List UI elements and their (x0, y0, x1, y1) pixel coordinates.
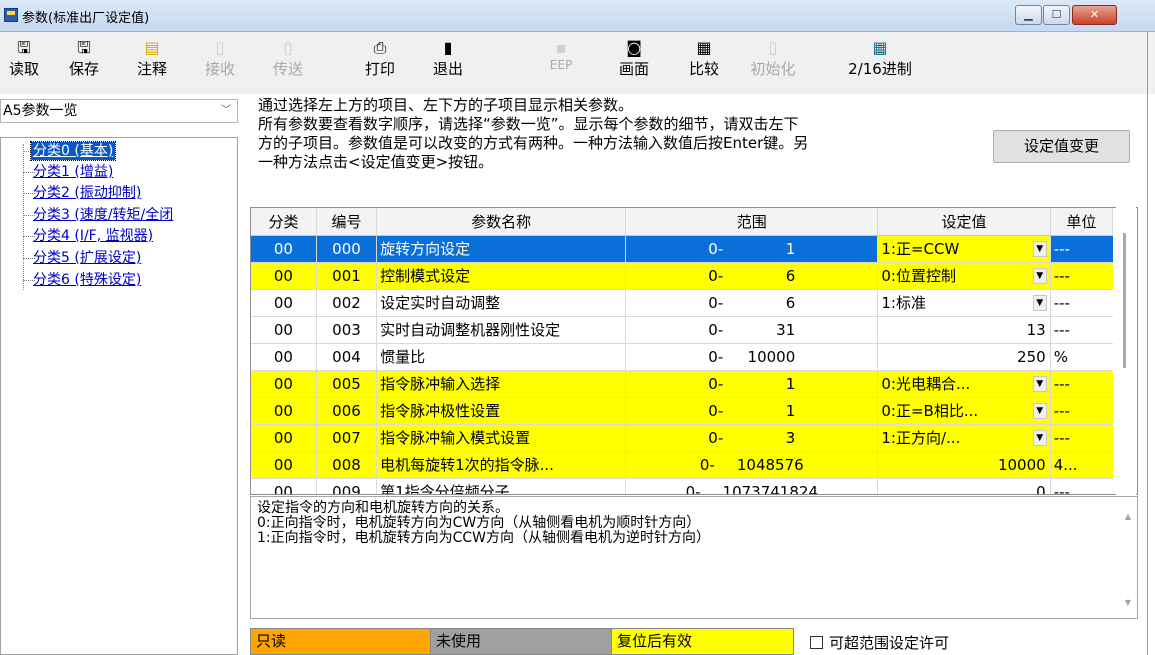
value-select[interactable]: 0:正=B相比... ▼ (877, 397, 1051, 425)
toolbar: 🖫 读取 🖫 保存 ▤ 注释 ▯ 接收 ▯ 传送 ⎙ 打印 ▮ 退出 ▪ EEP… (0, 32, 1155, 94)
send-icon: ▯ (283, 38, 293, 57)
tree-item-category0[interactable]: 分类0 (基本) (29, 141, 117, 161)
change-value-button[interactable]: 设定值变更 (993, 130, 1130, 163)
value-input[interactable]: 10000 (877, 451, 1051, 479)
table-scrollbar[interactable] (1116, 207, 1136, 495)
title-bar: 参数(标准出厂设定值) ▁ ☐ ✕ (0, 0, 1155, 32)
compare-icon: ▦ (696, 38, 712, 57)
help-text: 通过选择左上方的项目、左下方的子项目显示相关参数。 所有参数要查看数字顺序，请选… (258, 96, 809, 171)
receive-icon: ▯ (215, 38, 225, 57)
dropdown-arrow-icon[interactable]: ▼ (1032, 240, 1047, 257)
tree-item-category4[interactable]: 分类4 (I/F, 监视器) (33, 227, 153, 245)
eep-icon: ▪ (555, 38, 567, 57)
legend-unused: 未使用 (431, 628, 612, 655)
close-button[interactable]: ✕ (1072, 5, 1117, 25)
dropdown-arrow-icon[interactable]: ▼ (1032, 429, 1047, 446)
receive-button[interactable]: ▯ 接收 (196, 36, 244, 79)
tree-item-category6[interactable]: 分类6 (特殊设定) (33, 271, 141, 289)
exit-icon: ▮ (443, 38, 453, 57)
calculator-icon: ▦ (872, 38, 888, 57)
column-value[interactable]: 设定值 (877, 208, 1051, 236)
allow-out-of-range-label[interactable]: 可超范围设定许可 (829, 632, 949, 653)
camera-icon: ◙ (626, 38, 642, 57)
dropdown-arrow-icon[interactable]: ▼ (1032, 294, 1047, 311)
table-row[interactable]: 00 006 指令脉冲极性设置 0- 1 0:正=B相比... ▼ --- (251, 397, 1113, 425)
table-row[interactable]: 00 005 指令脉冲输入选择 0- 1 0:光电耦合... ▼ --- (251, 370, 1113, 398)
exit-button[interactable]: ▮ 退出 (424, 36, 472, 79)
scroll-up-icon[interactable]: ▲ (1125, 509, 1131, 524)
radix-button[interactable]: ▦ 2/16进制 (840, 36, 920, 79)
parameter-group-select[interactable]: A5参数一览 ﹀ (0, 99, 238, 123)
allow-out-of-range-checkbox[interactable] (810, 636, 823, 649)
value-input[interactable]: 13 (877, 316, 1051, 344)
value-select[interactable]: 1:标准 ▼ (877, 289, 1051, 317)
note-icon: ▤ (144, 38, 160, 57)
eep-button[interactable]: ▪ EEP (537, 36, 585, 73)
column-category[interactable]: 分类 (251, 208, 317, 236)
send-button[interactable]: ▯ 传送 (264, 36, 312, 79)
window-title: 参数(标准出厂设定值) (22, 11, 150, 26)
floppy-icon: 🖫 (77, 38, 91, 57)
column-unit[interactable]: 单位 (1050, 208, 1114, 236)
dropdown-arrow-icon[interactable]: ▼ (1032, 267, 1047, 284)
comment-button[interactable]: ▤ 注释 (128, 36, 176, 79)
table-row[interactable]: 00 008 电机每旋转1次的指令脉... 0- 1048576 10000 4.… (251, 451, 1113, 479)
app-icon (4, 8, 18, 22)
dropdown-arrow-icon[interactable]: ▼ (1032, 375, 1047, 392)
table-row[interactable]: 00 009 第1指令分倍频分子 0- 1073741824 0 --- (251, 478, 1113, 494)
print-button[interactable]: ⎙ 打印 (356, 36, 404, 79)
column-range[interactable]: 范围 (625, 208, 879, 236)
screen-button[interactable]: ◙ 画面 (610, 36, 658, 79)
table-header: 分类 编号 参数名称 范围 设定值 单位 (251, 208, 1114, 236)
scroll-down-icon[interactable]: ▼ (1125, 595, 1131, 610)
table-row[interactable]: 00 001 控制模式设定 0- 6 0:位置控制 ▼ --- (251, 262, 1113, 290)
column-name[interactable]: 参数名称 (376, 208, 627, 236)
value-input[interactable]: 250 (877, 343, 1051, 371)
printer-icon: ⎙ (373, 38, 387, 57)
dropdown-arrow-icon[interactable]: ▼ (1032, 402, 1047, 419)
floppy-icon: 🖫 (17, 38, 31, 57)
scrollbar-thumb[interactable] (1123, 233, 1126, 368)
tree-item-category1[interactable]: 分类1 (增益) (33, 163, 113, 181)
value-select[interactable]: 0:位置控制 ▼ (877, 262, 1051, 290)
table-row[interactable]: 00 007 指令脉冲输入模式设置 0- 3 1:正方向/... ▼ --- (251, 424, 1113, 452)
compare-button[interactable]: ▦ 比较 (680, 36, 728, 79)
save-button[interactable]: 🖫 保存 (60, 36, 108, 79)
legend-reset-required: 复位后有效 (612, 628, 794, 655)
table-row[interactable]: 00 003 实时自动调整机器刚性设定 0- 31 13 --- (251, 316, 1113, 344)
category-tree: 分类0 (基本) 分类1 (增益) 分类2 (振动抑制) 分类3 (速度/转矩/… (0, 137, 238, 655)
tree-item-category5[interactable]: 分类5 (扩展设定) (33, 249, 141, 267)
initialize-button[interactable]: ▯ 初始化 (743, 36, 803, 79)
parameter-table: 分类 编号 参数名称 范围 设定值 单位 00 000 旋转方向设定 0- 1 1… (250, 207, 1138, 495)
value-input[interactable]: 0 (877, 478, 1051, 494)
table-row[interactable]: 00 004 惯量比 0- 10000 250 % (251, 343, 1113, 371)
value-select[interactable]: 0:光电耦合... ▼ (877, 370, 1051, 398)
table-row[interactable]: 00 000 旋转方向设定 0- 1 1:正=CCW ▼ --- (251, 235, 1113, 263)
column-number[interactable]: 编号 (316, 208, 378, 236)
tree-item-category3[interactable]: 分类3 (速度/转矩/全闭 (33, 206, 173, 224)
init-icon: ▯ (768, 38, 778, 57)
legend-readonly: 只读 (250, 628, 431, 655)
read-button[interactable]: 🖫 读取 (0, 36, 48, 79)
maximize-button[interactable]: ☐ (1043, 5, 1070, 25)
right-border (1147, 32, 1148, 655)
tree-item-category2[interactable]: 分类2 (振动抑制) (33, 184, 141, 202)
parameter-description: 设定指令的方向和电机旋转方向的关系。 0:正向指令时，电机旋转方向为CW方向（从… (250, 496, 1138, 619)
value-select[interactable]: 1:正=CCW ▼ (877, 235, 1051, 263)
minimize-button[interactable]: ▁ (1015, 5, 1042, 25)
table-row[interactable]: 00 002 设定实时自动调整 0- 6 1:标准 ▼ --- (251, 289, 1113, 317)
chevron-down-icon: ﹀ (221, 105, 231, 116)
value-select[interactable]: 1:正方向/... ▼ (877, 424, 1051, 452)
